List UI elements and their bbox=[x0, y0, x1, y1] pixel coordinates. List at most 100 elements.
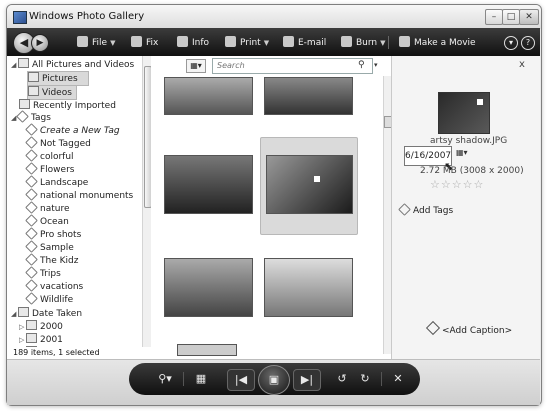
tree-label: colorful bbox=[40, 152, 74, 162]
tree-tag-item[interactable]: colorful bbox=[25, 149, 74, 164]
star-rating[interactable]: ☆☆☆☆☆ bbox=[430, 178, 484, 191]
tag-icon bbox=[25, 201, 38, 214]
email-label: E-mail bbox=[298, 38, 327, 48]
nav-scrollbar[interactable] bbox=[142, 56, 152, 347]
burn-menu[interactable]: Burn ▼ bbox=[341, 36, 386, 50]
info-label: Info bbox=[192, 38, 210, 48]
photo-thumbnail[interactable] bbox=[264, 77, 353, 115]
tree-date-taken[interactable]: ◢ Date Taken bbox=[11, 307, 82, 320]
tag-icon bbox=[398, 203, 411, 216]
tree-label: Not Tagged bbox=[40, 139, 91, 149]
calendar-dropdown-icon[interactable]: ▦▾ bbox=[456, 148, 468, 157]
forward-button[interactable]: ▶ bbox=[31, 34, 49, 52]
rotate-right-button[interactable]: ↻ bbox=[358, 369, 372, 389]
add-caption-button[interactable]: <Add Caption> bbox=[425, 320, 512, 336]
zoom-button[interactable]: ⚲▾ bbox=[152, 369, 178, 389]
tree-year[interactable]: ▷ 2001 bbox=[19, 333, 63, 346]
previous-button[interactable]: |◀ bbox=[227, 369, 255, 391]
tree-tag-item[interactable]: Landscape bbox=[25, 175, 88, 190]
print-label: Print bbox=[240, 38, 261, 48]
info-button[interactable]: Info bbox=[177, 36, 209, 50]
photo-thumbnail-selected[interactable] bbox=[266, 155, 353, 214]
help-button[interactable]: ? bbox=[521, 36, 535, 50]
tree-tag-item[interactable]: The Kidz bbox=[25, 253, 79, 268]
tree-tag-item[interactable]: Wildlife bbox=[25, 292, 74, 307]
photo-library-icon bbox=[18, 58, 29, 68]
pen-icon bbox=[425, 320, 441, 336]
delete-button[interactable]: ✕ bbox=[391, 369, 405, 389]
photo-thumbnail[interactable] bbox=[164, 155, 253, 214]
tag-icon bbox=[16, 110, 29, 123]
photo-thumbnail[interactable] bbox=[164, 77, 253, 115]
tag-icon bbox=[25, 162, 38, 175]
minimize-button[interactable]: – bbox=[485, 9, 503, 25]
tag-icon bbox=[25, 292, 38, 305]
tree-label: Pro shots bbox=[40, 230, 82, 240]
tree-recently-imported[interactable]: Recently Imported bbox=[19, 99, 116, 112]
status-bar: 189 items, 1 selected bbox=[7, 347, 156, 359]
email-button[interactable]: E-mail bbox=[283, 36, 326, 50]
toolbar-separator bbox=[388, 36, 389, 49]
close-button[interactable]: ✕ bbox=[519, 9, 539, 25]
add-tags-label: Add Tags bbox=[413, 206, 454, 216]
tree-label: Videos bbox=[42, 88, 72, 98]
tree-tag-item[interactable]: Flowers bbox=[25, 162, 75, 177]
help-icon: ? bbox=[521, 36, 535, 50]
tag-icon bbox=[25, 149, 38, 162]
fix-icon bbox=[131, 36, 142, 47]
close-info-pane-button[interactable]: x bbox=[519, 59, 525, 70]
photo-thumbnail[interactable] bbox=[177, 344, 237, 356]
fix-button[interactable]: Fix bbox=[131, 36, 158, 50]
photo-thumbnail[interactable] bbox=[164, 258, 253, 317]
make-movie-button[interactable]: Make a Movie bbox=[399, 36, 476, 50]
title-bar: Windows Photo Gallery – □ ✕ bbox=[7, 5, 541, 29]
tree-tag-item[interactable]: nature bbox=[25, 201, 70, 216]
tree-label: Tags bbox=[31, 113, 51, 123]
tree-label: Date Taken bbox=[32, 309, 83, 319]
tree-label: Trips bbox=[40, 269, 61, 279]
tag-icon bbox=[25, 227, 38, 240]
info-icon bbox=[177, 36, 188, 47]
tree-tag-item[interactable]: national monuments bbox=[25, 188, 133, 203]
dropdown-arrow-icon: ▼ bbox=[110, 39, 116, 47]
print-menu[interactable]: Print ▼ bbox=[225, 36, 269, 50]
search-dropdown-icon[interactable]: ▾ bbox=[374, 61, 378, 69]
tree-label: nature bbox=[40, 204, 70, 214]
more-options-button[interactable]: ▾ bbox=[504, 36, 518, 50]
tree-label: 2001 bbox=[40, 335, 63, 345]
maximize-button[interactable]: □ bbox=[502, 9, 520, 25]
file-menu[interactable]: File ▼ bbox=[77, 36, 115, 50]
tree-tag-item[interactable]: Not Tagged bbox=[25, 136, 91, 151]
tree-all-pictures-and-videos[interactable]: ◢ All Pictures and Videos bbox=[11, 58, 134, 71]
file-name[interactable]: artsy shadow.JPG bbox=[430, 136, 507, 146]
tree-label: Create a New Tag bbox=[40, 126, 120, 136]
photo-thumbnail[interactable] bbox=[264, 258, 353, 317]
tree-label: Flowers bbox=[40, 165, 75, 175]
tree-year[interactable]: ▷ 2000 bbox=[19, 320, 63, 333]
tree-tag-item[interactable]: Sample bbox=[25, 240, 74, 255]
slideshow-button[interactable]: ▣ bbox=[258, 365, 290, 395]
chevron-down-icon: ▾ bbox=[504, 36, 518, 50]
tag-icon bbox=[25, 214, 38, 227]
next-button[interactable]: ▶| bbox=[293, 369, 321, 391]
tag-icon bbox=[25, 136, 38, 149]
tree-pictures[interactable]: Pictures bbox=[27, 71, 89, 86]
tree-label: Wildlife bbox=[40, 295, 74, 305]
actual-size-button[interactable]: ▦ bbox=[193, 369, 209, 389]
search-input[interactable]: Search bbox=[212, 58, 373, 74]
rotate-left-button[interactable]: ↺ bbox=[335, 369, 349, 389]
tree-tag-item[interactable]: Ocean bbox=[25, 214, 69, 229]
collapse-icon[interactable]: ◢ bbox=[11, 59, 18, 72]
view-options-button[interactable]: ▦▾ bbox=[186, 59, 206, 73]
tree-tag-item[interactable]: vacations bbox=[25, 279, 83, 294]
collapse-icon[interactable]: ◢ bbox=[11, 308, 18, 321]
tree-tag-item[interactable]: Pro shots bbox=[25, 227, 82, 242]
fix-label: Fix bbox=[146, 38, 159, 48]
tree-videos[interactable]: Videos bbox=[27, 85, 77, 100]
new-tag-icon bbox=[25, 123, 38, 136]
add-tags-button[interactable]: Add Tags bbox=[398, 203, 454, 216]
window-title: Windows Photo Gallery bbox=[29, 11, 145, 22]
search-icon[interactable]: ⚲ bbox=[358, 60, 365, 70]
tree-create-new-tag[interactable]: Create a New Tag bbox=[25, 123, 120, 138]
tree-label: The Kidz bbox=[40, 256, 79, 266]
